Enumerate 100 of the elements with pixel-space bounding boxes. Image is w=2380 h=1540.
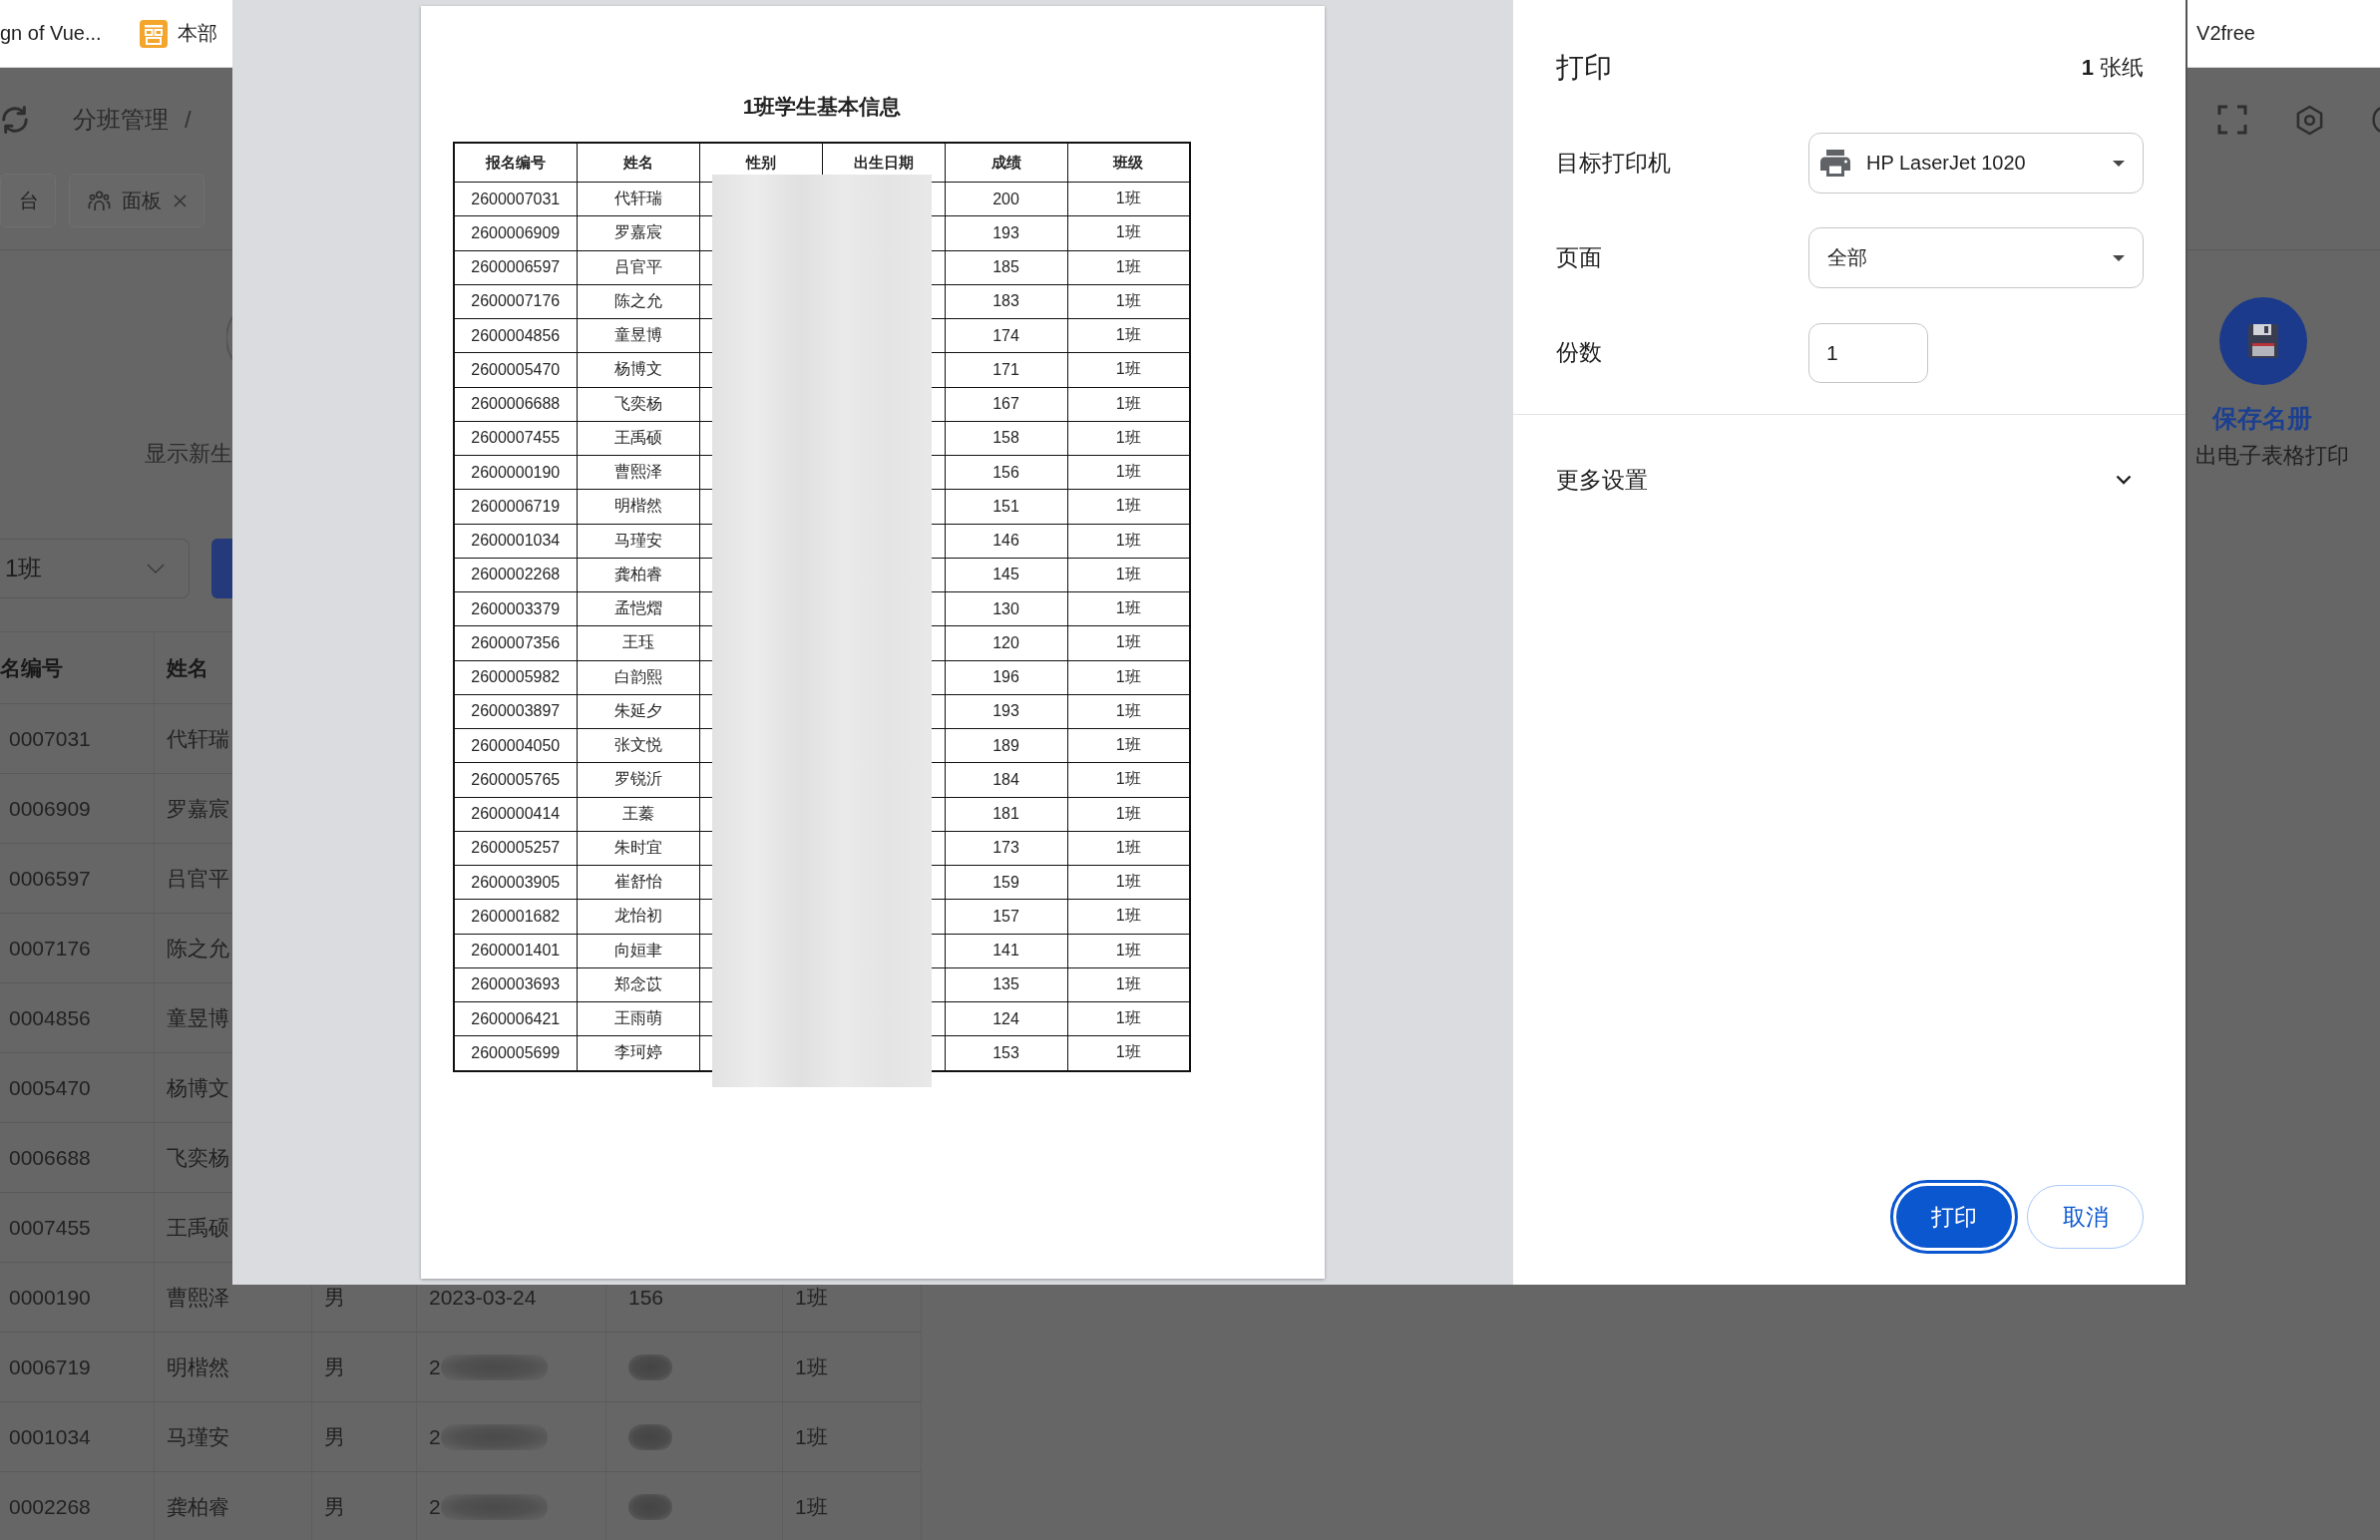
table-cell: 151 [945, 489, 1067, 524]
table-cell: 120 [945, 625, 1067, 660]
table-cell: 167 [945, 387, 1067, 422]
table-cell: 2600006688 [454, 387, 577, 422]
table-cell: 141 [945, 934, 1067, 968]
table-cell: 龚柏睿 [577, 558, 699, 592]
cancel-button[interactable]: 取消 [2027, 1185, 2144, 1249]
table-cell: 2600001034 [454, 524, 577, 559]
table-cell-text: 男 [324, 1353, 345, 1380]
table-cell: 代轩瑞 [577, 182, 699, 216]
table-cell: 146 [945, 524, 1067, 559]
fullscreen-icon[interactable] [2217, 105, 2247, 135]
table-cell: 158 [945, 421, 1067, 456]
table-cell: 陈之允 [577, 284, 699, 319]
table-cell: 郑念苡 [577, 967, 699, 1002]
table-cell: 2600007176 [454, 284, 577, 319]
table-cell: 0000190 [9, 1285, 91, 1310]
table-cell: 王珏 [577, 625, 699, 660]
table-cell: 白韵熙 [577, 660, 699, 695]
table-cell: 156 [945, 455, 1067, 490]
table-cell: 0007176 [9, 936, 91, 961]
table-cell: 193 [945, 215, 1067, 250]
table-cell-text: 1班 [795, 1423, 828, 1450]
table-cell: 2600006421 [454, 1001, 577, 1036]
column-header: 成绩 [945, 143, 1067, 183]
settings-icon[interactable] [2295, 104, 2324, 136]
table-cell: 2023-03-24 [429, 1285, 537, 1310]
table-cell: 173 [945, 831, 1067, 866]
table-cell-text: 1班 [795, 1493, 828, 1520]
table-cell-text: 男 [324, 1423, 345, 1450]
column-header: 报名编号 [454, 143, 577, 183]
table-cell: 2600006909 [454, 215, 577, 250]
table-cell-text: 1班 [795, 1284, 828, 1311]
table-cell: 王禹硕 [577, 421, 699, 456]
select-field[interactable]: HP LaserJet 1020 [1808, 133, 2144, 193]
table-cell: 飞奕杨 [577, 387, 699, 422]
column-header: 名编号 [0, 654, 63, 681]
table-cell-text: 飞奕杨 [167, 1144, 229, 1171]
table-cell: 196 [945, 660, 1067, 695]
column-header: 姓名 [167, 654, 208, 681]
number-input[interactable]: 1 [1808, 322, 1928, 383]
table-cell: 145 [945, 558, 1067, 592]
table-cell: 2600006597 [454, 250, 577, 285]
table-cell-text: 童昱博 [167, 1004, 229, 1031]
bookmark-link[interactable]: 本部 [139, 19, 217, 48]
select-field[interactable]: 全部 [1808, 227, 2144, 288]
table-cell-text: 罗嘉宸 [167, 795, 229, 822]
table-cell: 0007031 [9, 726, 91, 751]
logo-icon [139, 19, 168, 48]
table-cell-text: 龚柏睿 [167, 1493, 229, 1520]
table-cell: 0006909 [9, 796, 91, 821]
table-cell: 2600007455 [454, 421, 577, 456]
table-cell: 2600006719 [454, 489, 577, 524]
table-cell: 2600000414 [454, 797, 577, 832]
breadcrumb-separator: / [185, 106, 192, 134]
bookmark-link[interactable]: gn of Vue... [0, 22, 102, 45]
table-cell: 2600001682 [454, 899, 577, 934]
table-cell: 0006597 [9, 866, 91, 891]
close-icon[interactable] [173, 192, 188, 208]
table-cell-text: 王禹硕 [167, 1214, 229, 1241]
table-cell: 2600005470 [454, 352, 577, 387]
print-button[interactable]: 打印 [1890, 1180, 2018, 1254]
table-cell-text: 杨博文 [167, 1074, 229, 1101]
table-cell: 曹熙泽 [577, 455, 699, 490]
table-cell: 2600000190 [454, 455, 577, 490]
table-cell: 王蓁 [577, 797, 699, 832]
table-cell: 184 [945, 762, 1067, 797]
dialog-title: 打印 [1556, 51, 1612, 85]
table-cell: 159 [945, 865, 1067, 900]
table-cell: 吕官平 [577, 250, 699, 285]
caret-icon [2113, 254, 2125, 261]
table-cell: 2600004050 [454, 728, 577, 763]
table-cell: 171 [945, 352, 1067, 387]
bookmark-link[interactable]: V2free [2196, 22, 2255, 45]
table-cell: 张文悦 [577, 728, 699, 763]
refresh-icon[interactable] [0, 105, 30, 135]
table-cell-text: 1班 [795, 1353, 828, 1380]
table-cell: 0006719 [9, 1354, 91, 1379]
users-icon [88, 189, 111, 212]
printer-icon [1820, 150, 1850, 177]
table-cell: 2600003379 [454, 591, 577, 626]
table-cell: 王雨萌 [577, 1001, 699, 1036]
table-cell: 200 [945, 182, 1067, 216]
field-label: 份数 [1556, 338, 1603, 367]
table-cell-text: 吕官平 [167, 865, 229, 892]
table-cell: 罗锐沂 [577, 762, 699, 797]
table-cell: 2600004856 [454, 318, 577, 353]
table-cell: 2600007356 [454, 625, 577, 660]
table-cell: 2600005982 [454, 660, 577, 695]
floppy-disk-icon[interactable] [2219, 297, 2307, 385]
more-settings-toggle[interactable]: 更多设置 [1513, 448, 2185, 512]
save-subtitle: 出电子表格打印 [2195, 442, 2349, 470]
table-cell: 0006688 [9, 1145, 91, 1170]
field-label: 目标打印机 [1556, 149, 1672, 178]
chevron-down-icon [2116, 475, 2132, 485]
table-cell: 185 [945, 250, 1067, 285]
sheet-count: 1 张纸 [2081, 54, 2144, 82]
table-cell-text: 曹熙泽 [167, 1284, 229, 1311]
table-cell: 0002268 [9, 1494, 91, 1519]
table-cell: 2 [429, 1494, 441, 1519]
